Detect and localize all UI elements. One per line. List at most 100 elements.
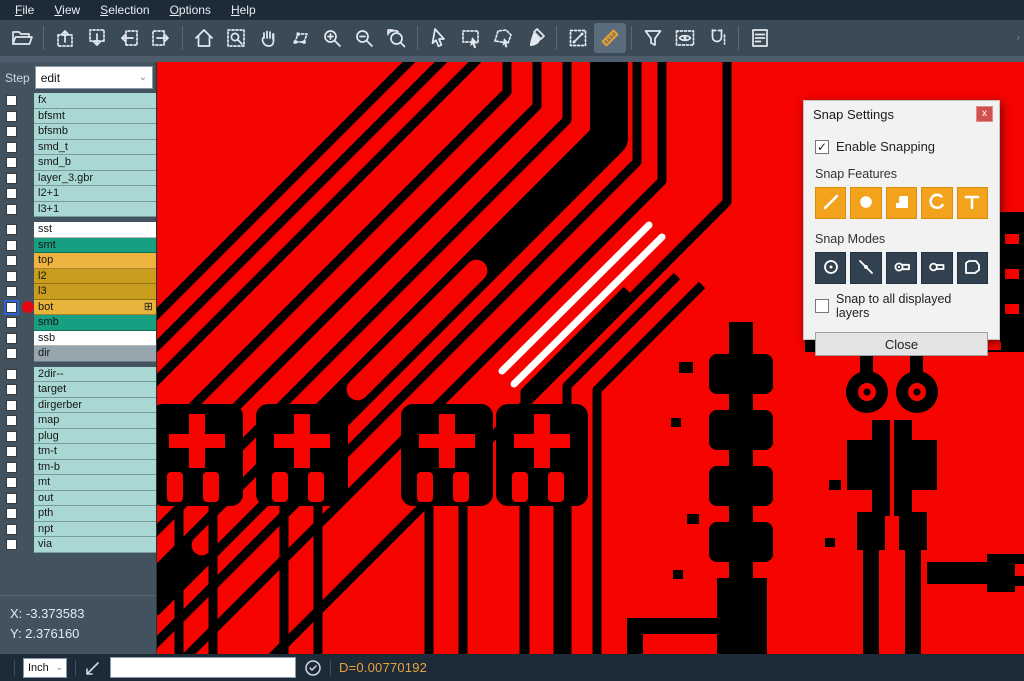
layer-row-2dir--[interactable]: 2dir-- bbox=[0, 367, 156, 383]
zoom-object-button[interactable] bbox=[284, 23, 316, 53]
layer-visibility-checkbox[interactable] bbox=[6, 477, 17, 488]
snap-mode-slot-button[interactable] bbox=[886, 252, 917, 284]
layer-name[interactable]: ssb bbox=[34, 331, 156, 347]
layer-row-bot[interactable]: bot⊞ bbox=[0, 300, 156, 316]
layer-visibility-checkbox[interactable] bbox=[6, 95, 17, 106]
layer-row-smd_b[interactable]: smd_b bbox=[0, 155, 156, 171]
layer-visibility-checkbox[interactable] bbox=[6, 333, 17, 344]
menu-selection[interactable]: Selection bbox=[91, 1, 158, 19]
layer-visibility-checkbox[interactable] bbox=[6, 415, 17, 426]
layer-name[interactable]: plug bbox=[34, 429, 156, 445]
menu-view[interactable]: View bbox=[45, 1, 89, 19]
layer-visibility-checkbox[interactable] bbox=[6, 400, 17, 411]
zoom-in-button[interactable] bbox=[316, 23, 348, 53]
layer-visibility-checkbox[interactable] bbox=[6, 224, 17, 235]
snap-feature-arc-button[interactable] bbox=[921, 187, 952, 219]
layer-row-map[interactable]: map bbox=[0, 413, 156, 429]
zoom-area-button[interactable] bbox=[220, 23, 252, 53]
dialog-titlebar[interactable]: Snap Settings x bbox=[804, 101, 999, 127]
close-icon[interactable]: x bbox=[976, 106, 993, 122]
layer-visibility-checkbox[interactable] bbox=[6, 508, 17, 519]
layer-name[interactable]: smd_b bbox=[34, 155, 156, 171]
layer-visibility-checkbox[interactable] bbox=[6, 255, 17, 266]
layer-row-l2[interactable]: l2 bbox=[0, 269, 156, 285]
layer-name[interactable]: target bbox=[34, 382, 156, 398]
snap-mode-nearest-button[interactable] bbox=[850, 252, 881, 284]
layer-name[interactable]: mt bbox=[34, 475, 156, 491]
layer-name[interactable]: 2dir-- bbox=[34, 367, 156, 383]
layer-visibility-checkbox[interactable] bbox=[6, 493, 17, 504]
step-select[interactable]: edit ⌄ bbox=[35, 66, 153, 89]
pan-hand-button[interactable] bbox=[252, 23, 284, 53]
layer-name[interactable]: fx bbox=[34, 93, 156, 109]
layer-name[interactable]: smd_t bbox=[34, 140, 156, 156]
snap-mode-center-button[interactable] bbox=[815, 252, 846, 284]
layer-name[interactable]: bfsmb bbox=[34, 124, 156, 140]
layer-visibility-checkbox[interactable] bbox=[6, 111, 17, 122]
layer-visibility-checkbox[interactable] bbox=[6, 384, 17, 395]
layer-visibility-checkbox[interactable] bbox=[6, 348, 17, 359]
filter-button[interactable] bbox=[637, 23, 669, 53]
layer-row-tm-t[interactable]: tm-t bbox=[0, 444, 156, 460]
layer-name[interactable]: l3+1 bbox=[34, 202, 156, 218]
layer-row-l2+1[interactable]: l2+1 bbox=[0, 186, 156, 202]
select-arrow-button[interactable] bbox=[423, 23, 455, 53]
layer-visibility-checkbox[interactable] bbox=[6, 142, 17, 153]
layer-name[interactable]: l3 bbox=[34, 284, 156, 300]
menu-options[interactable]: Options bbox=[161, 1, 220, 19]
pan-right-button[interactable] bbox=[145, 23, 177, 53]
layer-visibility-checkbox[interactable] bbox=[6, 157, 17, 168]
pan-down-button[interactable] bbox=[81, 23, 113, 53]
layer-row-ssb[interactable]: ssb bbox=[0, 331, 156, 347]
layer-name[interactable]: npt bbox=[34, 522, 156, 538]
layer-visibility-checkbox[interactable] bbox=[6, 173, 17, 184]
pan-up-button[interactable] bbox=[49, 23, 81, 53]
layer-name[interactable]: tm-t bbox=[34, 444, 156, 460]
layer-row-mt[interactable]: mt bbox=[0, 475, 156, 491]
snap-mode-contour-button[interactable] bbox=[957, 252, 988, 284]
snap-feature-text-button[interactable] bbox=[957, 187, 988, 219]
layer-visibility-checkbox[interactable] bbox=[6, 271, 17, 282]
layer-visibility-checkbox[interactable] bbox=[6, 317, 17, 328]
layer-name[interactable]: l2 bbox=[34, 269, 156, 285]
layer-name[interactable]: map bbox=[34, 413, 156, 429]
measure-line-button[interactable] bbox=[562, 23, 594, 53]
layer-row-l3[interactable]: l3 bbox=[0, 284, 156, 300]
menu-help[interactable]: Help bbox=[222, 1, 265, 19]
layer-row-out[interactable]: out bbox=[0, 491, 156, 507]
layer-row-smd_t[interactable]: smd_t bbox=[0, 140, 156, 156]
layer-row-top[interactable]: top bbox=[0, 253, 156, 269]
layer-visibility-checkbox[interactable] bbox=[6, 369, 17, 380]
layer-name[interactable]: via bbox=[34, 537, 156, 553]
report-form-button[interactable] bbox=[744, 23, 776, 53]
layer-row-target[interactable]: target bbox=[0, 382, 156, 398]
zoom-out-button[interactable] bbox=[348, 23, 380, 53]
layer-name[interactable]: smb bbox=[34, 315, 156, 331]
snap-feature-pad-button[interactable] bbox=[850, 187, 881, 219]
layer-row-l3+1[interactable]: l3+1 bbox=[0, 202, 156, 218]
select-rect-button[interactable] bbox=[455, 23, 487, 53]
layer-row-npt[interactable]: npt bbox=[0, 522, 156, 538]
layer-visibility-checkbox[interactable] bbox=[6, 126, 17, 137]
layer-row-bfsmt[interactable]: bfsmt bbox=[0, 109, 156, 125]
layer-row-tm-b[interactable]: tm-b bbox=[0, 460, 156, 476]
snap-feature-surface-button[interactable] bbox=[886, 187, 917, 219]
sync-icon[interactable] bbox=[304, 659, 322, 677]
layer-name[interactable]: l2+1 bbox=[34, 186, 156, 202]
open-button[interactable] bbox=[6, 23, 38, 53]
layer-name[interactable]: bfsmt bbox=[34, 109, 156, 125]
enable-snapping-checkbox[interactable]: ✓ bbox=[815, 140, 829, 154]
layer-visibility-checkbox[interactable] bbox=[6, 240, 17, 251]
layer-row-dirgerber[interactable]: dirgerber bbox=[0, 398, 156, 414]
layer-name[interactable]: bot⊞ bbox=[34, 300, 156, 316]
layer-row-plug[interactable]: plug bbox=[0, 429, 156, 445]
dialog-close-button[interactable]: Close bbox=[815, 332, 988, 356]
zoom-previous-button[interactable] bbox=[380, 23, 412, 53]
layer-name[interactable]: sst bbox=[34, 222, 156, 238]
layer-row-layer_3.gbr[interactable]: layer_3.gbr bbox=[0, 171, 156, 187]
view-eye-button[interactable] bbox=[669, 23, 701, 53]
layer-row-sst[interactable]: sst bbox=[0, 222, 156, 238]
snap-magnet-button[interactable] bbox=[701, 23, 733, 53]
layer-row-bfsmb[interactable]: bfsmb bbox=[0, 124, 156, 140]
layer-name[interactable]: dir bbox=[34, 346, 156, 362]
